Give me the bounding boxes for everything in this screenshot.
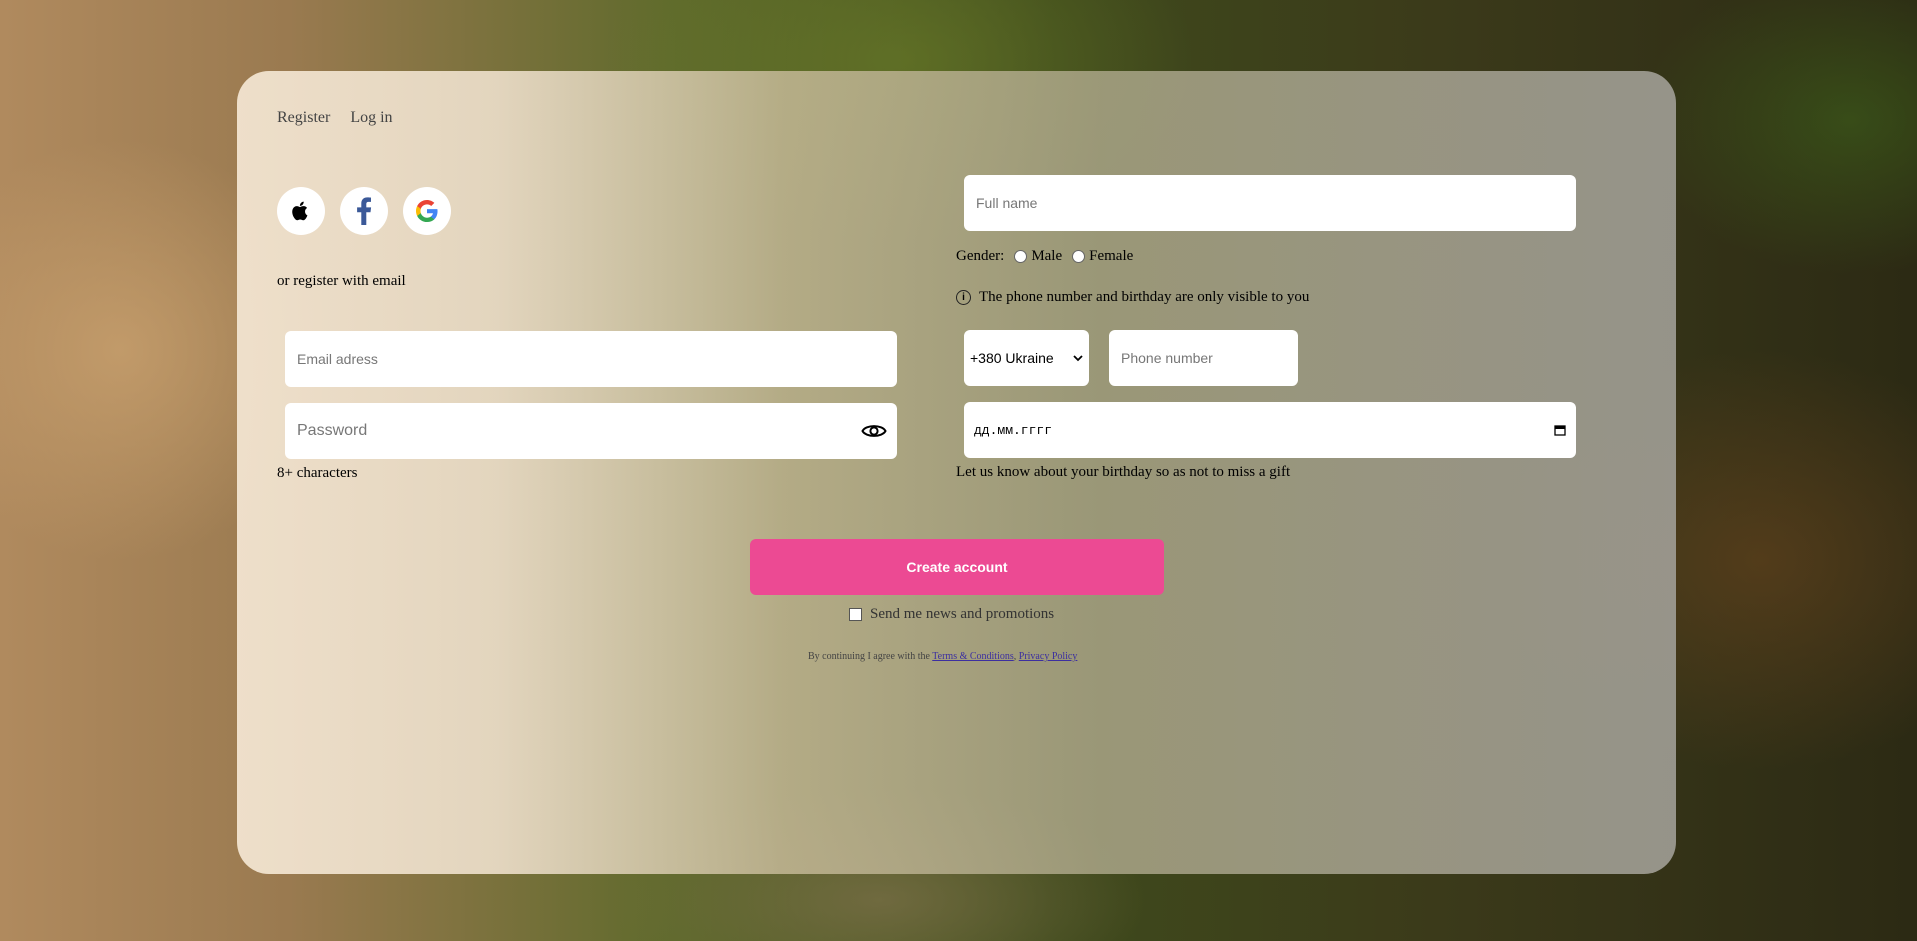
full-name-field[interactable] — [964, 175, 1576, 231]
password-input[interactable] — [295, 421, 861, 441]
info-icon: i — [956, 290, 971, 305]
eye-icon[interactable] — [861, 422, 887, 440]
google-icon — [416, 200, 438, 222]
tab-register[interactable]: Register — [277, 109, 330, 127]
legal-prefix: By continuing I agree with the — [808, 651, 933, 662]
apple-icon — [292, 201, 308, 221]
calendar-icon[interactable] — [1554, 424, 1566, 436]
email-field[interactable] — [285, 331, 897, 387]
privacy-note: i The phone number and birthday are only… — [956, 289, 1309, 306]
password-hint: 8+ characters — [277, 465, 358, 481]
chevron-down-icon — [1073, 355, 1083, 362]
registration-card: Register Log in or register with email E… — [237, 71, 1676, 874]
newsletter-checkbox[interactable] — [849, 608, 862, 621]
newsletter-label: Send me news and promotions — [870, 606, 1055, 622]
privacy-note-text: The phone number and birthday are only v… — [979, 289, 1310, 305]
email-input[interactable] — [295, 350, 887, 368]
social-login-buttons — [277, 187, 451, 235]
gender-female-label: Female — [1089, 248, 1134, 264]
facebook-login-button[interactable] — [340, 187, 388, 235]
birthday-hint: Let us know about your birthday so as no… — [956, 464, 1291, 480]
gender-label: Gender: — [956, 248, 1005, 264]
phone-number-field[interactable] — [1109, 330, 1298, 386]
apple-login-button[interactable] — [277, 187, 325, 235]
facebook-icon — [357, 197, 372, 225]
legal-text: By continuing I agree with the Terms & C… — [808, 651, 1088, 662]
gender-male-radio[interactable] — [1014, 250, 1028, 263]
terms-link[interactable]: Terms & Conditions — [932, 651, 1014, 662]
gender-male-label: Male — [1031, 248, 1063, 264]
country-code-select[interactable]: +380 Ukraine — [964, 330, 1089, 386]
newsletter-option: Send me news and promotions — [849, 606, 1054, 623]
or-register-with-email: or register with email — [277, 273, 406, 289]
birthday-field[interactable]: дд.мм.гггг — [964, 402, 1576, 458]
full-name-input[interactable] — [974, 194, 1566, 212]
google-login-button[interactable] — [403, 187, 451, 235]
create-account-button[interactable]: Create account — [750, 539, 1164, 595]
password-field[interactable] — [285, 403, 897, 459]
tab-login[interactable]: Log in — [350, 109, 392, 127]
gender-female-radio[interactable] — [1072, 250, 1086, 263]
gender-selector: Gender: Male Female — [956, 248, 1133, 265]
birthday-placeholder: дд.мм.гггг — [974, 422, 1053, 438]
phone-number-input[interactable] — [1119, 349, 1288, 367]
privacy-policy-link[interactable]: Privacy Policy — [1019, 651, 1078, 662]
auth-tabs: Register Log in — [277, 109, 393, 127]
country-code-value: +380 Ukraine — [970, 350, 1054, 366]
